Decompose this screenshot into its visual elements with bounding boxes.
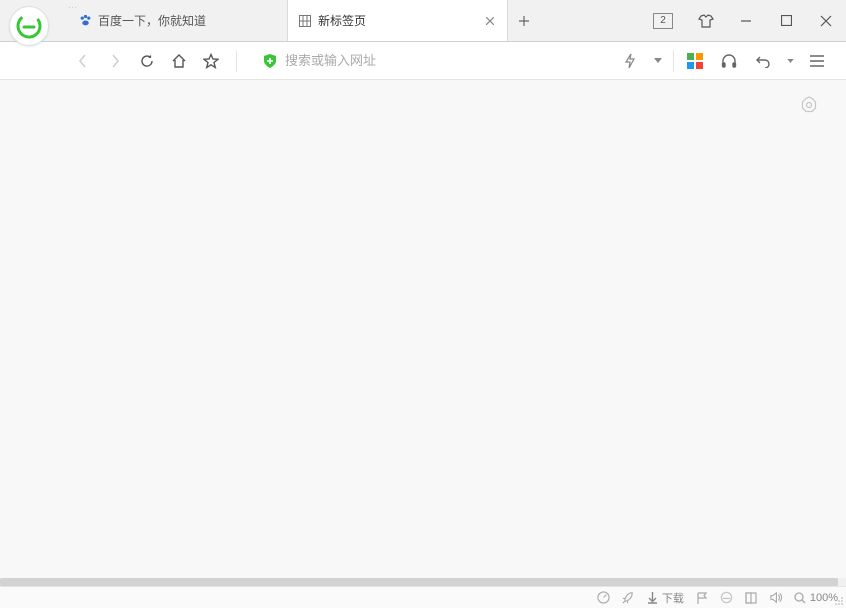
separator [673,50,674,72]
flag-icon [696,592,708,604]
favorites-button[interactable] [198,48,224,74]
rocket-icon [622,591,635,604]
undo-icon [755,54,771,68]
back-button[interactable] [70,48,96,74]
hamburger-icon [809,55,825,67]
headphones-icon [721,53,737,69]
undo-button[interactable] [750,48,776,74]
volume-icon [769,591,782,604]
maximize-button[interactable] [766,0,806,42]
skin-button[interactable] [686,0,726,42]
star-icon [203,53,219,69]
apps-grid-icon [687,53,703,69]
browser-logo[interactable] [9,6,49,46]
chevron-down-icon [787,59,794,63]
bolt-icon [624,53,636,69]
page-settings-button[interactable] [800,96,818,114]
browser-logo-wrap [0,0,58,41]
title-bar: ... 百度一下，你就知道 新标签页 [0,0,846,42]
flash-mode-button[interactable] [617,48,643,74]
reload-icon [139,53,155,69]
search-icon [794,592,806,604]
gear-icon [800,96,818,114]
toolbar-right [609,48,838,74]
chevron-left-icon [78,54,88,68]
apps-button[interactable] [682,48,708,74]
home-button[interactable] [166,48,192,74]
status-bar: 下载 100% [0,586,846,608]
status-zoom-button[interactable]: 100% [794,592,838,604]
tab-newtab[interactable]: 新标签页 [288,0,508,41]
close-icon[interactable] [483,14,497,28]
home-icon [171,53,187,69]
download-icon [647,592,658,604]
tab-strip: 百度一下，你就知道 新标签页 [58,0,646,41]
status-download-button[interactable]: 下载 [647,590,684,606]
reload-button[interactable] [134,48,160,74]
tab-baidu[interactable]: 百度一下，你就知道 [68,0,288,41]
minimize-button[interactable] [726,0,766,42]
resize-grip-icon[interactable] [834,596,844,606]
address-bar[interactable] [257,47,595,75]
forward-button[interactable] [102,48,128,74]
chevron-down-icon [654,58,662,63]
grid-icon [298,14,312,28]
window-close-button[interactable] [806,0,846,42]
flash-dropdown[interactable] [651,48,665,74]
horizontal-scrollbar[interactable] [0,578,846,586]
e-logo-icon [16,13,42,39]
status-ie-mode-button[interactable] [720,591,733,604]
status-accelerate-button[interactable] [597,591,610,604]
status-reader-button[interactable] [745,592,757,604]
shield-icon [261,52,279,70]
baidu-paw-icon [78,14,92,28]
tab-count-label: 2 [653,13,673,29]
status-block-button[interactable] [622,591,635,604]
status-flag-button[interactable] [696,592,708,604]
address-input[interactable] [285,53,591,68]
scrollbar-thumb[interactable] [0,578,838,586]
new-tab-button[interactable] [508,0,540,41]
separator [236,50,237,72]
reader-icon [745,592,757,604]
tab-label: 百度一下，你就知道 [98,12,206,29]
shirt-icon [698,14,714,28]
menu-button[interactable] [804,48,830,74]
chevron-right-icon [110,54,120,68]
undo-dropdown[interactable] [784,48,796,74]
gauge-icon [597,591,610,604]
download-label: 下载 [662,590,684,606]
page-content [0,80,846,586]
headphones-button[interactable] [716,48,742,74]
status-mute-button[interactable] [769,591,782,604]
tab-count-button[interactable]: 2 [646,0,686,42]
ie-icon [720,591,733,604]
toolbar [0,42,846,80]
tab-label: 新标签页 [318,12,366,29]
window-controls: 2 [646,0,846,41]
